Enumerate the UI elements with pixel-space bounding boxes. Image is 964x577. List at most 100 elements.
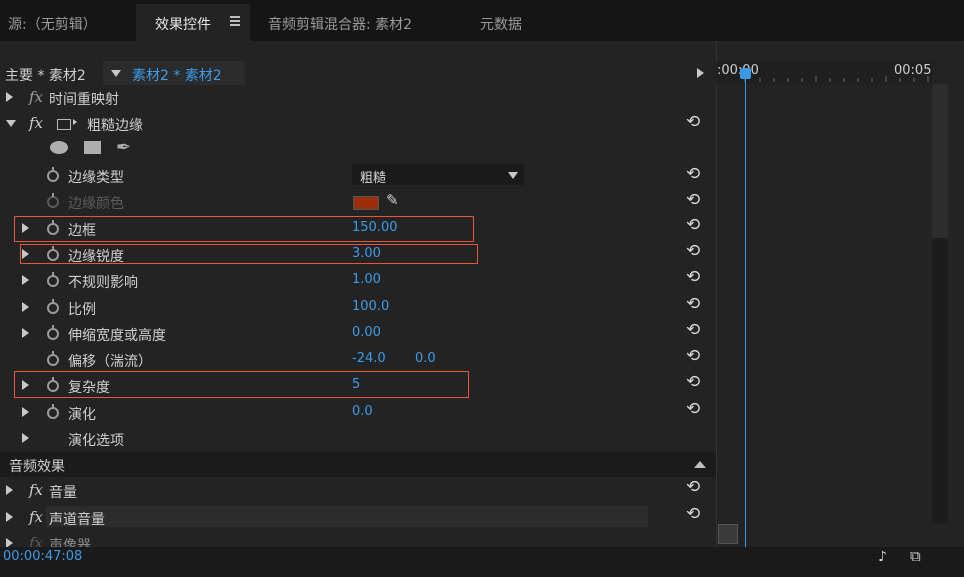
- reset-icon[interactable]: ⟲: [686, 320, 700, 340]
- param-value[interactable]: 1.00: [352, 272, 381, 287]
- stopwatch-icon[interactable]: [47, 272, 59, 287]
- effect-label: 粗糙边缘: [87, 118, 143, 134]
- master-clip-label[interactable]: 主要 * 素材2: [5, 65, 86, 85]
- edge-type-dropdown[interactable]: 粗糙: [352, 164, 524, 186]
- ellipse-mask-icon[interactable]: [50, 141, 68, 154]
- audio-effects-header[interactable]: 音频效果: [0, 452, 716, 477]
- stopwatch-icon[interactable]: [47, 325, 59, 340]
- chevron-down-icon: [508, 172, 518, 179]
- expand-icon[interactable]: [22, 328, 29, 338]
- reset-icon[interactable]: ⟲: [686, 241, 700, 261]
- toggle-timeline-icon[interactable]: [697, 68, 704, 78]
- param-value-y[interactable]: 0.0: [415, 351, 436, 366]
- tab-audio-clip-mixer[interactable]: 音频剪辑混合器: 素材2: [268, 14, 412, 34]
- status-footer: 00:00:47:08 ♪ ⧉: [0, 524, 964, 577]
- expand-icon[interactable]: [6, 485, 13, 495]
- param-fractal-influence: 不规则影响 1.00 ⟲: [0, 267, 716, 293]
- reset-icon[interactable]: ⟲: [686, 190, 700, 210]
- collapse-section-icon[interactable]: [694, 461, 706, 468]
- dropdown-value: 粗糙: [360, 171, 387, 186]
- toggle-panel-icon[interactable]: ⧉: [910, 547, 921, 565]
- param-edge-type: 边缘类型 粗糙 ⟲: [0, 162, 716, 188]
- clip-dropdown-arrow-icon[interactable]: [111, 70, 121, 77]
- fx-icon[interactable]: fx: [29, 481, 43, 499]
- tab-effect-controls[interactable]: 效果控件: [155, 14, 211, 34]
- param-label: 伸缩宽度或高度: [68, 328, 166, 344]
- timeline-scrollbar[interactable]: [932, 84, 948, 238]
- effect-row-panner[interactable]: fx 声像器: [0, 530, 716, 547]
- row-selection-bg: [46, 506, 648, 527]
- pen-mask-icon[interactable]: ✒: [116, 137, 131, 158]
- rectangle-mask-icon[interactable]: [84, 141, 101, 154]
- playhead-handle[interactable]: [740, 68, 751, 79]
- reset-icon[interactable]: ⟲: [686, 504, 700, 524]
- param-stretch: 伸缩宽度或高度 0.00 ⟲: [0, 320, 716, 346]
- reset-icon[interactable]: ⟲: [686, 372, 700, 392]
- fx-icon[interactable]: fx: [29, 508, 43, 526]
- expand-icon[interactable]: [22, 275, 29, 285]
- effect-row-time-remap[interactable]: fx 时间重映射: [0, 84, 716, 110]
- reset-icon[interactable]: ⟲: [686, 267, 700, 287]
- effect-timeline: [716, 41, 964, 577]
- expand-icon[interactable]: [22, 407, 29, 417]
- param-scale: 比例 100.0 ⟲: [0, 294, 716, 320]
- tab-metadata[interactable]: 元数据: [480, 14, 522, 34]
- param-evolution: 演化 0.0 ⟲: [0, 399, 716, 425]
- reset-icon[interactable]: ⟲: [686, 164, 700, 184]
- reset-icon[interactable]: ⟲: [686, 477, 700, 497]
- clip-label[interactable]: 素材2 * 素材2: [132, 65, 222, 85]
- expand-icon[interactable]: [22, 302, 29, 312]
- small-arrow-icon: [73, 119, 77, 125]
- clip-preview-icon: [57, 119, 71, 130]
- effect-row-roughen-edges[interactable]: fx 粗糙边缘 ⟲: [0, 110, 716, 136]
- param-value[interactable]: 0.0: [352, 404, 373, 419]
- param-evolution-options: 演化选项: [0, 425, 716, 451]
- param-edge-color: 边缘颜色 ✎ ⟲: [0, 188, 716, 214]
- param-label: 演化: [68, 407, 96, 423]
- param-value[interactable]: 100.0: [352, 299, 389, 314]
- collapse-icon[interactable]: [6, 120, 16, 127]
- param-offset: 偏移（湍流） -24.0 0.0 ⟲: [0, 346, 716, 372]
- current-timecode[interactable]: 00:00:47:08: [3, 549, 82, 564]
- fx-icon[interactable]: fx: [29, 88, 43, 106]
- tab-source[interactable]: 源:（无剪辑）: [8, 14, 97, 34]
- effect-row-channel-volume[interactable]: fx 声道音量 ⟲: [0, 504, 716, 530]
- expand-icon[interactable]: [6, 538, 13, 547]
- fx-icon[interactable]: fx: [29, 534, 43, 547]
- stopwatch-icon[interactable]: [47, 404, 59, 419]
- reset-icon[interactable]: ⟲: [686, 112, 700, 132]
- param-label: 演化选项: [68, 433, 124, 449]
- param-label: 比例: [68, 302, 96, 318]
- eyedropper-icon[interactable]: ✎: [386, 191, 399, 209]
- param-label: 不规则影响: [68, 275, 138, 291]
- stopwatch-icon[interactable]: [47, 351, 59, 366]
- highlight-box: [14, 371, 469, 398]
- param-value-x[interactable]: -24.0: [352, 351, 386, 366]
- panel-menu-icon[interactable]: [230, 16, 240, 28]
- stopwatch-icon[interactable]: [47, 167, 59, 182]
- effect-label: 音量: [49, 485, 77, 501]
- param-label: 边缘颜色: [68, 196, 124, 212]
- expand-icon[interactable]: [22, 433, 29, 443]
- effect-label: 声像器: [49, 538, 91, 547]
- section-label: 音频效果: [9, 459, 65, 475]
- expand-icon[interactable]: [6, 512, 13, 522]
- zoom-scroll-thumb[interactable]: [718, 524, 738, 544]
- export-audio-icon[interactable]: ♪: [878, 549, 887, 565]
- reset-icon[interactable]: ⟲: [686, 399, 700, 419]
- stopwatch-icon[interactable]: [47, 193, 59, 208]
- highlight-box: [14, 216, 474, 242]
- effect-label: 时间重映射: [49, 92, 119, 108]
- timeline-start-label: :00:00: [717, 63, 759, 78]
- reset-icon[interactable]: ⟲: [686, 215, 700, 235]
- color-swatch[interactable]: [353, 196, 379, 210]
- expand-icon[interactable]: [6, 92, 13, 102]
- effect-row-volume[interactable]: fx 音量 ⟲: [0, 477, 716, 503]
- reset-icon[interactable]: ⟲: [686, 346, 700, 366]
- effect-label: 声道音量: [49, 512, 105, 528]
- reset-icon[interactable]: ⟲: [686, 294, 700, 314]
- fx-icon[interactable]: fx: [29, 114, 43, 132]
- param-value[interactable]: 0.00: [352, 325, 381, 340]
- stopwatch-icon[interactable]: [47, 299, 59, 314]
- timeline-end-label: 00:05: [894, 63, 932, 78]
